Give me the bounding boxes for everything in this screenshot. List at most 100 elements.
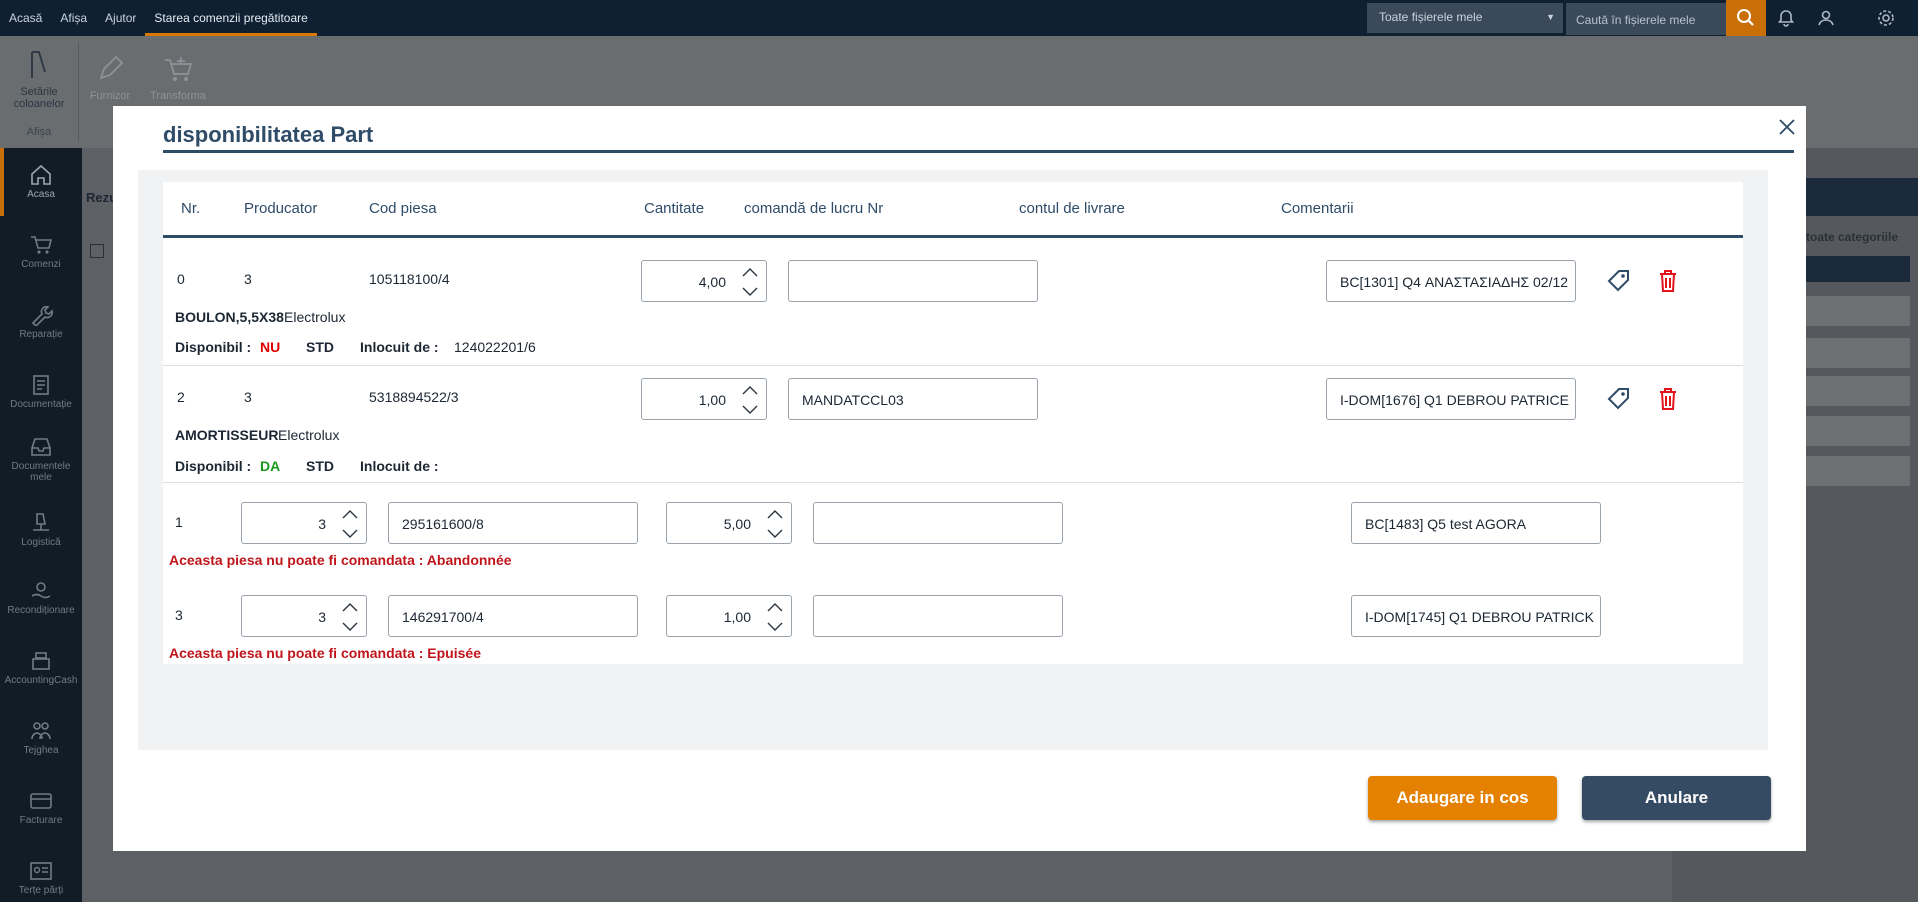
sidebar-item-counter[interactable]: Tejghea [0,720,82,756]
work-order-input[interactable] [813,595,1063,637]
sidebar-item-label: Facturare [19,815,63,826]
spinner-arrows-icon[interactable] [764,599,786,635]
search-input[interactable]: Caută în fișierele mele [1566,3,1726,35]
chevron-down-icon: ▼ [1546,12,1555,22]
menu-help[interactable]: Ajutor [96,0,145,36]
cancel-button[interactable]: Anulare [1582,776,1771,820]
spinner-arrows-icon[interactable] [339,599,361,635]
sidebar-item-orders[interactable]: Comenzi [0,234,82,270]
error-message: Aceasta piesa nu poate fi comandata : Ep… [169,645,481,661]
table-header: Nr. Producator Cod piesa Cantitate coman… [163,182,1743,238]
quantity-value: 1,00 [723,609,751,625]
sidebar-item-third-parties[interactable]: Terțe părți [0,860,82,896]
ribbon-separator [78,42,79,142]
part-availability-dialog: disponibilitatea Part Nr. Producator Cod… [113,106,1806,851]
inbox-icon [31,438,51,456]
trash-icon[interactable] [1655,386,1681,412]
column-settings-button[interactable]: Setările coloanelor [8,50,70,110]
wrench-icon [31,305,53,326]
pencil-icon [99,55,124,80]
price-tag-icon[interactable] [1606,268,1632,294]
sidebar-item-label: Tejghea [23,745,59,756]
quantity-stepper[interactable]: 1,00 [641,378,767,420]
work-order-input[interactable] [788,260,1038,302]
search-button[interactable] [1726,0,1766,36]
replaced-by-label: Inlocuit de : [360,458,439,474]
part-code-input[interactable]: 295161600/8 [388,502,638,544]
supplier-button[interactable]: Furnizor [82,54,138,102]
error-message: Aceasta piesa nu poate fi comandata : Ab… [169,552,512,568]
files-select-value: Toate fișierele mele [1379,10,1483,24]
gear-icon[interactable] [1876,8,1896,28]
sidebar-item-accounting-cash[interactable]: AccountingCash [0,650,82,686]
column-producer: Producator [244,200,318,217]
supplier-label: Furnizor [89,90,131,102]
row-producer: 3 [244,389,252,405]
std-label: STD [306,458,334,474]
part-brand: Electrolux [278,427,340,443]
counter-icon [31,722,51,740]
sidebar-item-billing[interactable]: Facturare [0,790,82,826]
price-tag-icon[interactable] [1606,386,1632,412]
user-icon[interactable] [1816,8,1836,28]
transform-label: Transforma [150,90,206,102]
sidebar-item-home[interactable]: Acasa [0,164,82,200]
sidebar-item-documentation[interactable]: Documentație [0,374,82,410]
trash-icon[interactable] [1655,268,1681,294]
available-label: Disponibil : [175,339,252,355]
bell-icon[interactable] [1776,8,1796,28]
sidebar-item-label: Documentele mele [11,461,71,483]
comment-input[interactable]: BC[1483] Q5 test AGORA [1351,502,1601,544]
files-select[interactable]: Toate fișierele mele ▼ [1367,3,1563,33]
cart-icon [31,236,53,254]
quantity-stepper[interactable]: 5,00 [666,502,792,544]
bg-checkbox[interactable] [90,244,104,258]
spinner-arrows-icon[interactable] [739,382,761,418]
replaced-by-label: Inlocuit de : [360,339,439,355]
available-label: Disponibil : [175,458,252,474]
menu-home[interactable]: Acasă [0,0,51,36]
comment-input[interactable]: BC[1301] Q4 ΑΝΑΣΤΑΣΙΑΔΗΣ 02/12 [1326,260,1576,302]
top-menu: Acasă Afișa Ajutor Starea comenzii pregă… [0,0,317,36]
quantity-stepper[interactable]: 4,00 [641,260,767,302]
row-nr: 3 [175,607,183,623]
column-quantity: Cantitate [644,200,705,217]
spinner-arrows-icon[interactable] [339,506,361,542]
row-nr: 2 [177,389,185,405]
card-icon [30,793,52,809]
dialog-title: disponibilitatea Part [163,122,374,147]
menu-view[interactable]: Afișa [51,0,96,36]
menu-order-status[interactable]: Starea comenzii pregătitoare [145,0,317,36]
row-part-code: 105118100/4 [369,271,450,287]
producer-value: 3 [318,516,326,532]
quantity-value: 4,00 [698,274,726,290]
part-code-input[interactable]: 146291700/4 [388,595,638,637]
producer-stepper[interactable]: 3 [241,595,367,637]
close-icon[interactable] [1776,116,1798,138]
spinner-arrows-icon[interactable] [739,264,761,300]
comment-input[interactable]: I-DOM[1676] Q1 DEBROU PATRICE [1326,378,1576,420]
left-sidebar: Acasa Comenzi Reparație Documentație Doc… [0,148,82,902]
sidebar-item-repair[interactable]: Reparație [0,304,82,340]
transform-button[interactable]: Transforma [146,54,210,102]
row-nr: 0 [177,271,185,287]
add-to-cart-button[interactable]: Adaugare in cos [1368,776,1557,820]
work-order-input[interactable] [813,502,1063,544]
work-order-input[interactable]: MANDATCCL03 [788,378,1038,420]
sidebar-item-recondition[interactable]: Recondiționare [0,580,82,616]
quantity-stepper[interactable]: 1,00 [666,595,792,637]
row-producer: 3 [244,271,252,287]
ribbon-group-caption: Afișa [26,126,52,138]
sidebar-item-label: Acasa [27,189,55,200]
column-nr: Nr. [181,200,201,217]
row-divider [163,482,1743,483]
spinner-arrows-icon[interactable] [764,506,786,542]
row-divider [163,365,1743,366]
recondition-icon [31,582,51,599]
sidebar-item-my-documents[interactable]: Documentele mele [0,436,82,483]
sidebar-item-logistics[interactable]: Logistică [0,512,82,548]
quantity-value: 5,00 [723,516,751,532]
comment-input[interactable]: I-DOM[1745] Q1 DEBROU PATRICK [1351,595,1601,637]
producer-value: 3 [318,609,326,625]
producer-stepper[interactable]: 3 [241,502,367,544]
